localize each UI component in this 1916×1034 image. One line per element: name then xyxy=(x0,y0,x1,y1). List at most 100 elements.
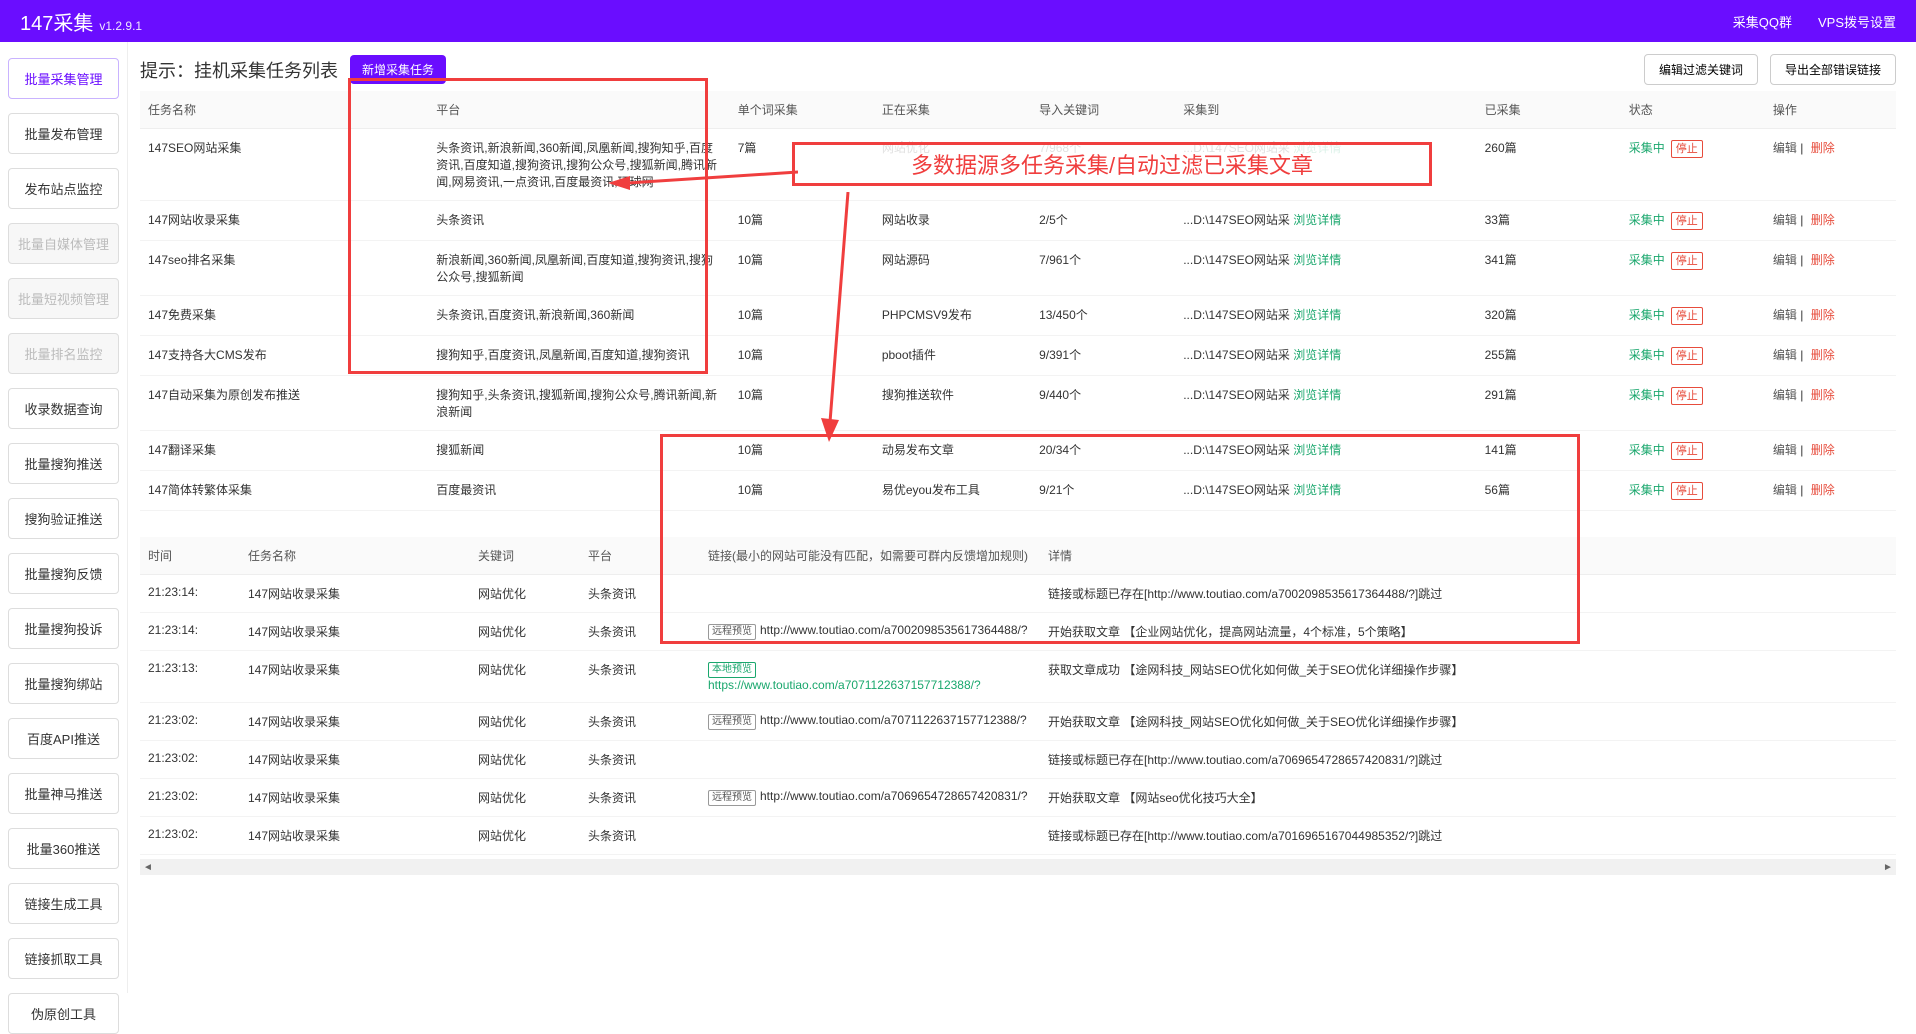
delete-link[interactable]: 删除 xyxy=(1811,388,1835,402)
edit-link[interactable]: 编辑 xyxy=(1773,348,1797,362)
task-status: 采集中停止 xyxy=(1621,336,1765,376)
view-detail-link[interactable]: 浏览详情 xyxy=(1293,308,1341,322)
edit-link[interactable]: 编辑 xyxy=(1773,483,1797,497)
sidebar-item-9[interactable]: 批量搜狗反馈 xyxy=(8,553,119,594)
sidebar-item-17[interactable]: 伪原创工具 xyxy=(8,993,119,1034)
stop-button[interactable]: 停止 xyxy=(1671,212,1703,230)
task-single: 10篇 xyxy=(730,471,874,511)
stop-button[interactable]: 停止 xyxy=(1671,347,1703,365)
task-op: 编辑 | 删除 xyxy=(1765,201,1896,241)
task-collected: 341篇 xyxy=(1477,241,1621,296)
task-import-kw: 13/450个 xyxy=(1031,296,1175,336)
task-op: 编辑 | 删除 xyxy=(1765,431,1896,471)
task-platform: 头条资讯 xyxy=(428,201,729,241)
edit-filter-button[interactable]: 编辑过滤关键词 xyxy=(1644,54,1758,85)
task-collected: 56篇 xyxy=(1477,471,1621,511)
log-task: 147网站收录采集 xyxy=(240,613,470,651)
view-detail-link[interactable]: 浏览详情 xyxy=(1293,483,1341,497)
log-row: 21:23:14:147网站收录采集网站优化头条资讯远程预览http://www… xyxy=(140,613,1896,651)
sidebar-item-14[interactable]: 批量360推送 xyxy=(8,828,119,869)
log-time: 21:23:14: xyxy=(140,575,240,613)
stop-button[interactable]: 停止 xyxy=(1671,442,1703,460)
remote-preview-tag[interactable]: 远程预览 xyxy=(708,714,756,730)
task-name: 147网站收录采集 xyxy=(140,201,428,241)
view-detail-link[interactable]: 浏览详情 xyxy=(1293,388,1341,402)
task-row: 147自动采集为原创发布推送搜狗知乎,头条资讯,搜狐新闻,搜狗公众号,腾讯新闻,… xyxy=(140,376,1896,431)
scroll-left-icon[interactable]: ◄ xyxy=(140,859,156,875)
sidebar-item-7[interactable]: 批量搜狗推送 xyxy=(8,443,119,484)
task-single: 10篇 xyxy=(730,296,874,336)
sidebar-item-2[interactable]: 发布站点监控 xyxy=(8,168,119,209)
log-platform: 头条资讯 xyxy=(580,703,700,741)
sidebar-item-0[interactable]: 批量采集管理 xyxy=(8,58,119,99)
vps-dial-link[interactable]: VPS拨号设置 xyxy=(1818,12,1896,31)
view-detail-link[interactable]: 浏览详情 xyxy=(1293,213,1341,227)
sidebar-item-1[interactable]: 批量发布管理 xyxy=(8,113,119,154)
view-detail-link[interactable]: 浏览详情 xyxy=(1293,348,1341,362)
task-row: 147SEO网站采集头条资讯,新浪新闻,360新闻,凤凰新闻,搜狗知乎,百度资讯… xyxy=(140,129,1896,201)
edit-link[interactable]: 编辑 xyxy=(1773,388,1797,402)
col-name: 任务名称 xyxy=(140,91,428,129)
export-errors-button[interactable]: 导出全部错误链接 xyxy=(1770,54,1896,85)
log-keyword: 网站优化 xyxy=(470,613,580,651)
sidebar-item-6[interactable]: 收录数据查询 xyxy=(8,388,119,429)
horizontal-scrollbar[interactable]: ◄ ► xyxy=(140,859,1896,875)
sidebar-item-13[interactable]: 批量神马推送 xyxy=(8,773,119,814)
sidebar-item-15[interactable]: 链接生成工具 xyxy=(8,883,119,924)
task-name: 147SEO网站采集 xyxy=(140,129,428,201)
delete-link[interactable]: 删除 xyxy=(1811,253,1835,267)
new-task-button[interactable]: 新增采集任务 xyxy=(350,55,446,84)
task-import-kw: 2/5个 xyxy=(1031,201,1175,241)
view-detail-link[interactable]: 浏览详情 xyxy=(1293,141,1341,155)
delete-link[interactable]: 删除 xyxy=(1811,213,1835,227)
task-collecting: 网站收录 xyxy=(874,201,1031,241)
delete-link[interactable]: 删除 xyxy=(1811,348,1835,362)
log-detail: 获取文章成功 【途网科技_网站SEO优化如何做_关于SEO优化详细操作步骤】 xyxy=(1040,651,1896,703)
task-collect-to: ...D:\147SEO网站采 浏览详情 xyxy=(1175,431,1476,471)
log-link-cell xyxy=(700,817,1040,855)
view-detail-link[interactable]: 浏览详情 xyxy=(1293,253,1341,267)
log-time: 21:23:14: xyxy=(140,613,240,651)
sidebar-item-8[interactable]: 搜狗验证推送 xyxy=(8,498,119,539)
edit-link[interactable]: 编辑 xyxy=(1773,253,1797,267)
edit-link[interactable]: 编辑 xyxy=(1773,443,1797,457)
stop-button[interactable]: 停止 xyxy=(1671,482,1703,500)
log-link[interactable]: http://www.toutiao.com/a7071122637157712… xyxy=(760,713,1027,727)
delete-link[interactable]: 删除 xyxy=(1811,308,1835,322)
task-platform: 搜狗知乎,头条资讯,搜狐新闻,搜狗公众号,腾讯新闻,新浪新闻 xyxy=(428,376,729,431)
task-op: 编辑 | 删除 xyxy=(1765,336,1896,376)
delete-link[interactable]: 删除 xyxy=(1811,141,1835,155)
view-detail-link[interactable]: 浏览详情 xyxy=(1293,443,1341,457)
log-detail: 链接或标题已存在[http://www.toutiao.com/a7016965… xyxy=(1040,817,1896,855)
remote-preview-tag[interactable]: 远程预览 xyxy=(708,790,756,806)
task-platform: 百度最资讯 xyxy=(428,471,729,511)
qq-group-link[interactable]: 采集QQ群 xyxy=(1733,12,1792,31)
delete-link[interactable]: 删除 xyxy=(1811,443,1835,457)
edit-link[interactable]: 编辑 xyxy=(1773,213,1797,227)
sidebar-item-12[interactable]: 百度API推送 xyxy=(8,718,119,759)
log-detail: 开始获取文章 【网站seo优化技巧大全】 xyxy=(1040,779,1896,817)
log-link[interactable]: http://www.toutiao.com/a7069654728657420… xyxy=(760,789,1028,803)
log-col-task: 任务名称 xyxy=(240,537,470,575)
sidebar-item-16[interactable]: 链接抓取工具 xyxy=(8,938,119,979)
log-link[interactable]: http://www.toutiao.com/a7002098535617364… xyxy=(760,623,1028,637)
scroll-right-icon[interactable]: ► xyxy=(1880,859,1896,875)
task-row: 147免费采集头条资讯,百度资讯,新浪新闻,360新闻10篇PHPCMSV9发布… xyxy=(140,296,1896,336)
delete-link[interactable]: 删除 xyxy=(1811,483,1835,497)
remote-preview-tag[interactable]: 远程预览 xyxy=(708,624,756,640)
log-link-cell: 远程预览 http://www.toutiao.com/a700209853561… xyxy=(700,613,1040,651)
sidebar-item-10[interactable]: 批量搜狗投诉 xyxy=(8,608,119,649)
stop-button[interactable]: 停止 xyxy=(1671,387,1703,405)
task-single: 10篇 xyxy=(730,201,874,241)
stop-button[interactable]: 停止 xyxy=(1671,252,1703,270)
stop-button[interactable]: 停止 xyxy=(1671,140,1703,158)
topbar: 147采集 v1.2.9.1 采集QQ群 VPS拨号设置 xyxy=(0,0,1916,42)
local-preview-tag[interactable]: 本地预览 xyxy=(708,662,756,678)
sidebar-item-11[interactable]: 批量搜狗绑站 xyxy=(8,663,119,704)
log-time: 21:23:13: xyxy=(140,651,240,703)
edit-link[interactable]: 编辑 xyxy=(1773,141,1797,155)
stop-button[interactable]: 停止 xyxy=(1671,307,1703,325)
edit-link[interactable]: 编辑 xyxy=(1773,308,1797,322)
log-platform: 头条资讯 xyxy=(580,741,700,779)
log-link[interactable]: https://www.toutiao.com/a707112263715771… xyxy=(708,678,981,692)
